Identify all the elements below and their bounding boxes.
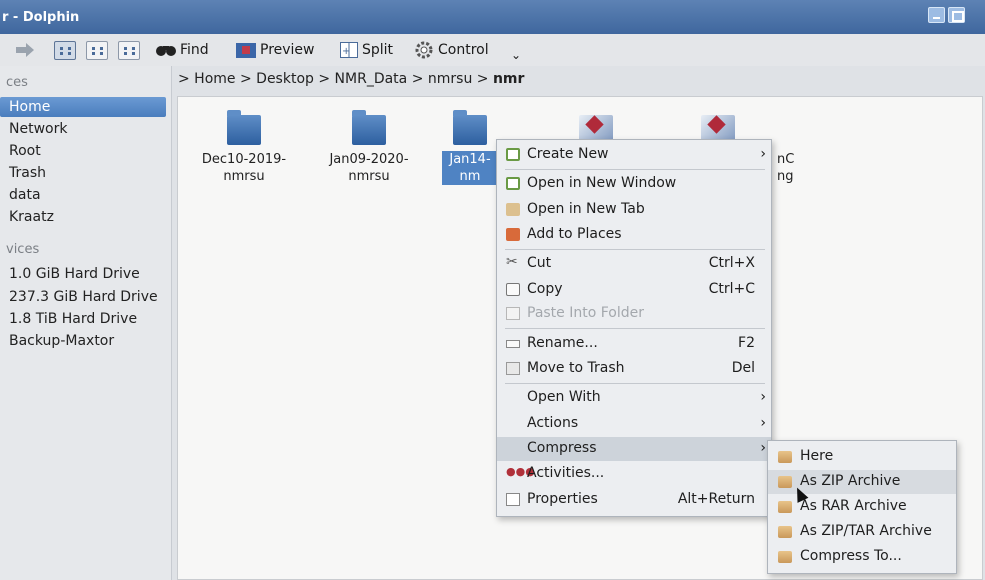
breadcrumb: > Home > Desktop > NMR_Data > nmrsu > nm… [178, 71, 524, 87]
submenu-arrow-icon: › [760, 415, 766, 431]
add-place-icon [506, 228, 520, 241]
icons-view-icon [60, 47, 71, 55]
minimize-button[interactable] [928, 7, 945, 23]
window-titlebar: r - Dolphin [0, 0, 985, 34]
menu-item-compress[interactable]: Compress › [497, 437, 771, 461]
file-name-partial[interactable]: nC ng [777, 145, 807, 185]
submenu-arrow-icon: › [760, 389, 766, 405]
places-header: ces [6, 75, 28, 90]
menu-item-actions[interactable]: Actions › [497, 412, 771, 436]
file-name: Dec10-2019- nmrsu [201, 152, 287, 184]
context-menu: Create New › Open in New Window Open in … [496, 139, 772, 517]
breadcrumb-desktop[interactable]: > Desktop [240, 71, 314, 87]
breadcrumb-current: nmr [492, 71, 525, 87]
submenu-item-ziptar[interactable]: As ZIP/TAR Archive [768, 520, 956, 544]
split-label: Split [362, 42, 394, 58]
archive-icon [778, 476, 792, 488]
submenu-item-compress-to[interactable]: Compress To... [768, 545, 956, 569]
file-item[interactable]: Dec10-2019- nmrsu [194, 110, 294, 185]
file-name: Jan09-2020- nmrsu [329, 152, 409, 184]
window-title: r - Dolphin [2, 10, 80, 25]
split-button[interactable]: + Split [340, 40, 393, 60]
menu-item-move-to-trash[interactable]: Move to Trash Del [497, 357, 771, 381]
breadcrumb-separator: > [476, 71, 489, 87]
submenu-arrow-icon: › [760, 440, 766, 456]
compress-submenu: Here As ZIP Archive As RAR Archive As ZI… [767, 440, 957, 574]
svg-text:+: + [342, 46, 350, 57]
sidebar-item-backup-maxtor[interactable]: Backup-Maxtor [9, 333, 114, 349]
breadcrumb-nmrsu[interactable]: > nmrsu [412, 71, 473, 87]
folder-icon [352, 110, 386, 145]
details-view-icon [92, 47, 103, 55]
archive-icon [778, 501, 792, 513]
create-new-icon [506, 148, 520, 161]
file-item-selected[interactable]: Jan14- nm [442, 110, 498, 185]
copy-icon [506, 283, 520, 296]
control-button[interactable]: Control [414, 40, 489, 60]
menu-item-open-new-window[interactable]: Open in New Window [497, 172, 771, 196]
menu-item-create-new[interactable]: Create New › [497, 143, 771, 167]
menu-item-activities[interactable]: ●●● Activities... [497, 462, 771, 486]
menu-item-open-new-tab[interactable]: Open in New Tab [497, 198, 771, 222]
preview-icon [236, 42, 256, 58]
new-window-icon [506, 177, 520, 190]
menu-separator [505, 249, 765, 250]
control-label: Control [438, 42, 489, 58]
menu-item-rename[interactable]: Rename... F2 [497, 332, 771, 356]
icons-view-button[interactable] [54, 41, 76, 60]
sidebar-item-drive-1gb[interactable]: 1.0 GiB Hard Drive [9, 266, 140, 282]
archive-icon [778, 551, 792, 563]
rename-icon [506, 340, 520, 348]
menu-item-open-with[interactable]: Open With › [497, 386, 771, 410]
details-view-button[interactable] [86, 41, 108, 60]
properties-icon [506, 493, 520, 506]
devices-header: vices [6, 242, 40, 257]
archive-icon [778, 526, 792, 538]
sidebar-item-trash[interactable]: Trash [9, 165, 46, 181]
file-item[interactable]: Jan09-2020- nmrsu [319, 110, 419, 185]
trash-icon [506, 362, 520, 375]
gear-icon [415, 41, 433, 59]
breadcrumb-nmr-data[interactable]: > NMR_Data [318, 71, 407, 87]
maximize-button[interactable] [948, 7, 965, 23]
menu-item-cut[interactable]: ✂ Cut Ctrl+X [497, 252, 771, 276]
forward-icon[interactable] [14, 42, 36, 58]
sidebar-item-root[interactable]: Root [9, 143, 41, 159]
menu-item-paste: Paste Into Folder [497, 302, 771, 326]
scissors-icon: ✂ [506, 254, 518, 270]
paste-icon [506, 307, 520, 320]
submenu-item-here[interactable]: Here [768, 445, 956, 469]
sidebar-item-home[interactable]: Home [0, 97, 166, 117]
menu-separator [505, 383, 765, 384]
activities-icon: ●●● [506, 465, 535, 478]
archive-icon [778, 451, 792, 463]
sidebar-item-kraatz[interactable]: Kraatz [9, 209, 54, 225]
toolbar: Find Preview + Split Control ⌄ [0, 34, 985, 66]
places-sidebar: ces Home Network Root Trash data Kraatz … [0, 66, 172, 580]
menu-item-add-to-places[interactable]: Add to Places [497, 223, 771, 247]
sidebar-item-network[interactable]: Network [9, 121, 67, 137]
columns-view-button[interactable] [118, 41, 140, 60]
columns-view-icon [124, 47, 135, 55]
menu-item-copy[interactable]: Copy Ctrl+C [497, 278, 771, 302]
file-name: Jan14- nm [442, 151, 498, 185]
breadcrumb-home[interactable]: > Home [178, 71, 236, 87]
sidebar-item-drive-1tb[interactable]: 1.8 TiB Hard Drive [9, 311, 137, 327]
folder-icon [453, 110, 487, 145]
binoculars-icon [156, 46, 176, 56]
find-label: Find [180, 42, 209, 58]
new-tab-icon [506, 203, 520, 216]
find-button[interactable]: Find [156, 40, 209, 60]
sidebar-item-drive-237gb[interactable]: 237.3 GiB Hard Drive [9, 289, 158, 305]
menu-separator [505, 328, 765, 329]
menu-separator [505, 169, 765, 170]
folder-icon [227, 110, 261, 145]
preview-button[interactable]: Preview [236, 40, 315, 60]
preview-label: Preview [260, 42, 315, 58]
menu-item-properties[interactable]: Properties Alt+Return [497, 488, 771, 512]
sidebar-item-data[interactable]: data [9, 187, 41, 203]
split-icon: + [340, 42, 358, 58]
submenu-arrow-icon: › [760, 146, 766, 162]
chevron-down-icon[interactable]: ⌄ [511, 48, 521, 62]
